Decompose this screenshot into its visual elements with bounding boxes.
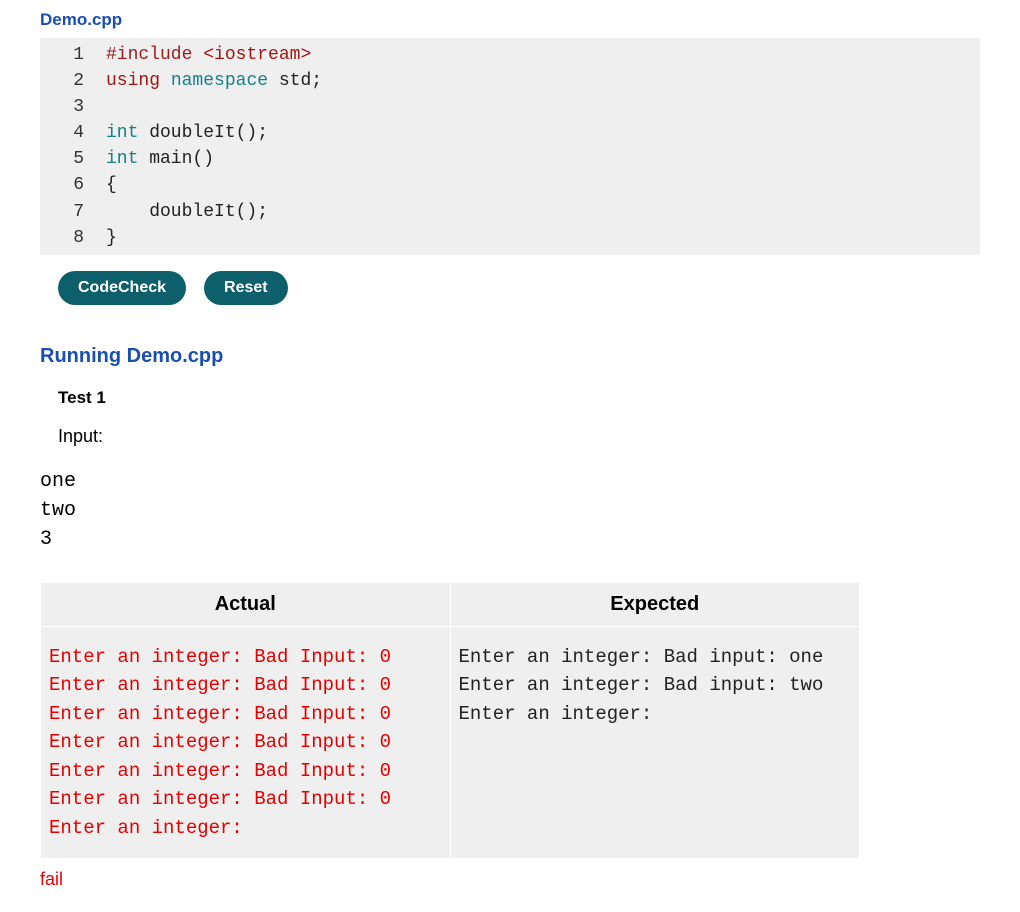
input-label: Input: — [58, 426, 980, 447]
line-number: 3 — [52, 94, 106, 120]
code-editor[interactable]: 1#include <iostream>2using namespace std… — [40, 38, 980, 255]
line-number: 2 — [52, 68, 106, 94]
line-number: 1 — [52, 42, 106, 68]
test-title: Test 1 — [58, 388, 980, 408]
line-number: 7 — [52, 199, 106, 225]
code-line[interactable]: 6{ — [40, 172, 980, 198]
code-content[interactable]: int main() — [106, 146, 214, 172]
line-number: 4 — [52, 120, 106, 146]
expected-output: Enter an integer: Bad input: one Enter a… — [450, 626, 860, 859]
code-content[interactable]: doubleIt(); — [106, 199, 268, 225]
running-title: Running Demo.cpp — [40, 345, 980, 368]
code-content[interactable]: { — [106, 172, 117, 198]
codecheck-button[interactable]: CodeCheck — [58, 271, 186, 305]
code-line[interactable]: 7 doubleIt(); — [40, 199, 980, 225]
table-row: Enter an integer: Bad Input: 0 Enter an … — [41, 626, 860, 859]
code-content[interactable]: using namespace std; — [106, 68, 322, 94]
header-actual: Actual — [41, 582, 451, 626]
code-line[interactable]: 4int doubleIt(); — [40, 120, 980, 146]
button-row: CodeCheck Reset — [58, 271, 980, 305]
code-line[interactable]: 5int main() — [40, 146, 980, 172]
code-content[interactable]: #include <iostream> — [106, 42, 311, 68]
test-input: one two 3 — [40, 467, 980, 554]
code-content[interactable]: int doubleIt(); — [106, 120, 268, 146]
actual-output: Enter an integer: Bad Input: 0 Enter an … — [41, 626, 451, 859]
code-content[interactable]: } — [106, 225, 117, 251]
test-result: fail — [40, 869, 980, 890]
code-line[interactable]: 8} — [40, 225, 980, 251]
code-line[interactable]: 2using namespace std; — [40, 68, 980, 94]
line-number: 6 — [52, 172, 106, 198]
code-line[interactable]: 1#include <iostream> — [40, 42, 980, 68]
line-number: 5 — [52, 146, 106, 172]
result-table: Actual Expected Enter an integer: Bad In… — [40, 582, 860, 860]
reset-button[interactable]: Reset — [204, 271, 288, 305]
table-header-row: Actual Expected — [41, 582, 860, 626]
filename-label: Demo.cpp — [40, 10, 980, 30]
line-number: 8 — [52, 225, 106, 251]
header-expected: Expected — [450, 582, 860, 626]
code-line[interactable]: 3 — [40, 94, 980, 120]
